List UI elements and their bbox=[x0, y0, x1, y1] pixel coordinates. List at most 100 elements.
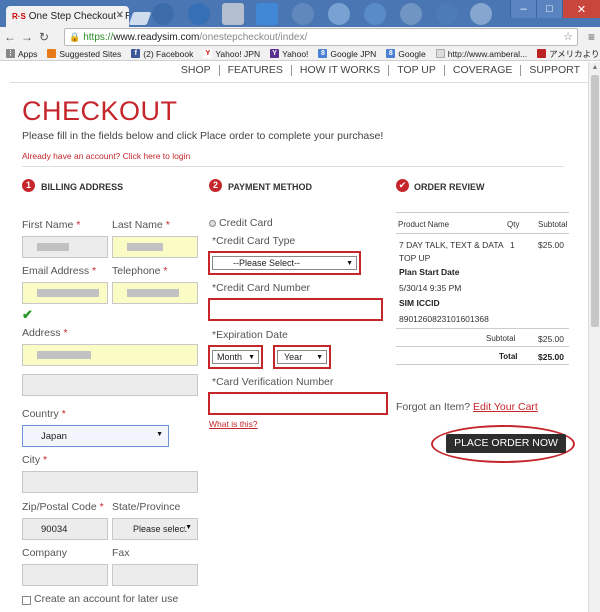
nav-top-up[interactable]: TOP UP bbox=[388, 64, 444, 76]
year-select[interactable]: Year ▼ bbox=[277, 350, 327, 364]
address-line1-input[interactable] bbox=[22, 344, 198, 366]
card-number-input[interactable] bbox=[208, 298, 383, 321]
taskbar-app-icon[interactable] bbox=[436, 3, 458, 25]
edit-cart-link[interactable]: Edit Your Cart bbox=[473, 401, 538, 413]
maximize-icon[interactable]: □ bbox=[536, 0, 562, 18]
site-nav: SHOP FEATURES HOW IT WORKS TOP UP COVERA… bbox=[0, 62, 588, 78]
total-label: Total bbox=[499, 352, 518, 361]
taskbar-app-icon[interactable] bbox=[188, 3, 210, 25]
telephone-input[interactable] bbox=[112, 282, 198, 304]
bookmark-america[interactable]: アメリカより（携... bbox=[537, 48, 600, 60]
login-link[interactable]: Already have an account? Click here to l… bbox=[22, 151, 190, 161]
email-input[interactable] bbox=[22, 282, 108, 304]
bookmark-google-jpn[interactable]: 8 Google JPN bbox=[318, 49, 376, 59]
divider bbox=[10, 82, 588, 83]
taskbar-app-icon[interactable] bbox=[328, 3, 350, 25]
card-type-value: --Please Select-- bbox=[233, 258, 301, 268]
zip-value: 90034 bbox=[41, 524, 68, 535]
country-value: Japan bbox=[41, 431, 67, 442]
first-name-input[interactable] bbox=[22, 236, 108, 258]
bookmark-yahoo-jpn[interactable]: Y Yahoo! JPN bbox=[203, 49, 260, 59]
new-tab-button[interactable] bbox=[128, 12, 152, 25]
bookmark-facebook[interactable]: f (2) Facebook bbox=[131, 49, 193, 59]
yahoo-icon: Y bbox=[203, 49, 213, 58]
total-value: $25.00 bbox=[538, 352, 564, 362]
country-label: Country * bbox=[22, 408, 66, 420]
col-product-header: Product Name bbox=[398, 220, 450, 229]
checkmark-circle-icon: ✔ bbox=[396, 179, 409, 192]
scrollbar-thumb[interactable] bbox=[591, 75, 599, 327]
state-value: Please select bbox=[133, 524, 187, 534]
card-type-select[interactable]: --Please Select-- ▼ bbox=[212, 256, 357, 270]
address-line2-input[interactable] bbox=[22, 374, 198, 396]
minimize-icon[interactable]: – bbox=[510, 0, 536, 18]
nav-coverage[interactable]: COVERAGE bbox=[443, 64, 521, 76]
item-name-line2: TOP UP bbox=[399, 253, 431, 263]
billing-heading: BILLING ADDRESS bbox=[41, 182, 124, 192]
create-account-checkbox[interactable] bbox=[22, 596, 31, 605]
city-input[interactable] bbox=[22, 471, 198, 493]
tab-close-icon[interactable]: ✕ bbox=[116, 10, 124, 21]
bookmark-apps[interactable]: ⋮ Apps bbox=[6, 49, 37, 59]
country-select[interactable]: Japan ▼ bbox=[22, 425, 169, 447]
subtotal-label: Subtotal bbox=[486, 334, 516, 343]
bookmark-star-icon[interactable]: ☆ bbox=[563, 30, 573, 43]
scroll-up-icon[interactable]: ▲ bbox=[589, 62, 600, 74]
bookmark-amberal[interactable]: http://www.amberal... bbox=[435, 49, 527, 59]
place-order-button[interactable]: PLACE ORDER NOW bbox=[446, 434, 566, 453]
apps-grid-icon: ⋮ bbox=[6, 49, 15, 58]
page-scrollbar[interactable]: ▲ bbox=[588, 62, 600, 612]
divider bbox=[396, 364, 569, 365]
card-number-label: *Credit Card Number bbox=[212, 282, 311, 294]
last-name-input[interactable] bbox=[112, 236, 198, 258]
chevron-down-icon: ▼ bbox=[316, 354, 323, 361]
taskbar-app-icon[interactable] bbox=[292, 3, 314, 25]
company-input[interactable] bbox=[22, 564, 108, 586]
bookmark-google[interactable]: 8 Google bbox=[386, 49, 426, 59]
expiration-label: *Expiration Date bbox=[212, 329, 288, 341]
month-select[interactable]: Month ▼ bbox=[212, 350, 259, 364]
item-price: $25.00 bbox=[538, 240, 564, 250]
taskbar-app-icon[interactable] bbox=[364, 3, 386, 25]
taskbar-app-icon[interactable] bbox=[256, 3, 278, 25]
chevron-down-icon: ▼ bbox=[248, 354, 255, 361]
back-icon[interactable]: ← bbox=[3, 30, 17, 44]
taskbar-app-icon[interactable] bbox=[222, 3, 244, 25]
nav-support[interactable]: SUPPORT bbox=[520, 64, 588, 76]
state-select[interactable]: Please select ▼ bbox=[112, 518, 198, 540]
browser-tab-bar: R·S One Step Checkout - Rea ✕ – □ ✕ bbox=[0, 0, 600, 27]
url-path: /onestepcheckout/index/ bbox=[199, 31, 308, 43]
item-name-line1: 7 DAY TALK, TEXT & DATA bbox=[399, 240, 504, 250]
zip-input[interactable]: 90034 bbox=[22, 518, 108, 540]
divider bbox=[396, 328, 569, 329]
credit-card-radio[interactable] bbox=[209, 220, 216, 227]
site-favicon-icon: R·S bbox=[12, 12, 26, 21]
item-qty: 1 bbox=[510, 240, 515, 250]
nav-features[interactable]: FEATURES bbox=[218, 64, 291, 76]
address-bar[interactable]: 🔒 https://www.readysim.com/onestepchecko… bbox=[64, 28, 578, 46]
close-window-icon[interactable]: ✕ bbox=[562, 0, 600, 18]
valid-check-icon: ✔ bbox=[22, 307, 33, 322]
taskbar-app-icon[interactable] bbox=[152, 3, 174, 25]
browser-menu-icon[interactable]: ≡ bbox=[588, 30, 595, 44]
bookmark-suggested[interactable]: Suggested Sites bbox=[47, 49, 121, 59]
window-controls: – □ ✕ bbox=[510, 0, 600, 18]
nav-how-it-works[interactable]: HOW IT WORKS bbox=[290, 64, 388, 76]
reload-icon[interactable]: ↻ bbox=[37, 30, 51, 44]
taskbar-app-icon[interactable] bbox=[400, 3, 422, 25]
sim-iccid-value: 8901260823101601368 bbox=[399, 314, 489, 324]
forward-icon[interactable]: → bbox=[20, 30, 34, 44]
browser-tab[interactable]: R·S One Step Checkout - Rea ✕ bbox=[6, 6, 129, 27]
telephone-label: Telephone * bbox=[112, 265, 168, 277]
taskbar-app-icon[interactable] bbox=[470, 3, 492, 25]
fax-input[interactable] bbox=[112, 564, 198, 586]
whats-this-link[interactable]: What is this? bbox=[209, 419, 258, 429]
cvv-input[interactable] bbox=[208, 392, 388, 415]
state-label: State/Province bbox=[112, 501, 181, 513]
review-heading: ORDER REVIEW bbox=[414, 182, 485, 192]
intro-text: Please fill in the fields below and clic… bbox=[22, 130, 384, 142]
bookmark-yahoo[interactable]: Y Yahoo! bbox=[270, 49, 308, 59]
col-qty-header: Qty bbox=[507, 220, 520, 229]
step-number-badge: 2 bbox=[209, 179, 222, 192]
nav-shop[interactable]: SHOP bbox=[173, 64, 219, 76]
